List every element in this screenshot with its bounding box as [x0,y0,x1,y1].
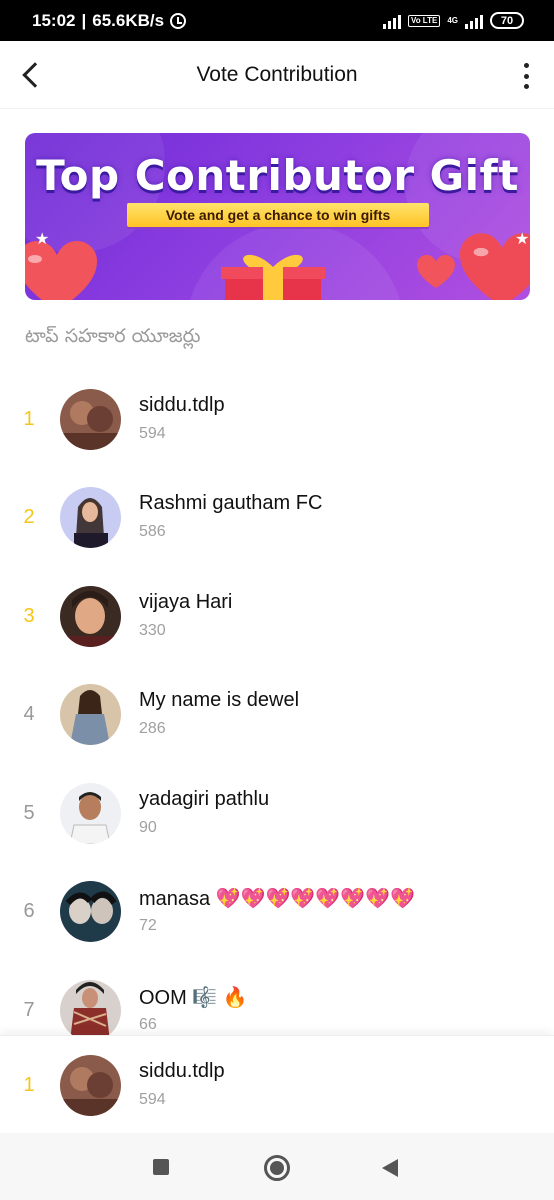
user-name: OOM 🎼 🔥 [139,987,248,1009]
signal-icon [382,13,401,29]
vote-count: 90 [139,819,157,836]
square-icon[interactable] [153,1159,169,1175]
user-name: siddu.tdlp [139,394,225,416]
alarm-icon [170,12,187,29]
vote-count: 594 [139,1091,166,1108]
volte-icon: Vo LTE [407,14,441,27]
vote-count: 66 [139,1016,157,1033]
list-item[interactable]: 1 siddu.tdlp 594 [0,370,554,468]
gift-icon [221,254,325,300]
network-type: 4G [447,15,458,25]
sparkle-icon: ★ [35,231,50,248]
avatar[interactable] [60,980,121,1041]
list-item[interactable]: 5 yadagiri pathlu 90 [0,764,554,862]
list-item[interactable]: 2 Rashmi gautham FC 586 [0,468,554,566]
list-item[interactable]: 6 manasa 💖💖💖💖💖💖💖💖 72 [0,862,554,960]
section-heading: టాప్ సహకార యూజర్లు [25,325,201,347]
rank-number: 7 [23,999,35,1021]
circle-home-icon[interactable] [264,1155,290,1181]
vote-count: 286 [139,720,166,737]
rank-number: 1 [23,408,35,430]
page-title: Vote Contribution [196,62,358,86]
avatar[interactable] [60,389,121,450]
user-name: vijaya Hari [139,591,233,613]
vote-count: 72 [139,917,157,934]
avatar[interactable] [60,1055,121,1116]
avatar[interactable] [60,881,121,942]
list-item[interactable]: 3 vijaya Hari 330 [0,567,554,665]
app-bar: Vote Contribution [0,41,554,109]
banner-subtitle: Vote and get a chance to win gifts [127,203,429,227]
user-name: Rashmi gautham FC [139,492,323,514]
status-speed: 65.6KB/s [92,10,165,30]
rank-number: 1 [23,1074,35,1096]
vote-count: 594 [139,425,166,442]
signal-icon-2 [465,13,483,29]
back-arrow-icon[interactable] [18,61,46,89]
heart-icon [25,241,97,300]
more-vertical-icon[interactable] [520,63,532,89]
avatar[interactable] [60,487,121,548]
heart-icon-small [417,255,455,289]
user-name: manasa 💖💖💖💖💖💖💖💖 [139,888,415,910]
rank-number: 3 [23,605,35,627]
avatar[interactable] [60,586,121,647]
battery-level: 70 [500,14,514,27]
rank-number: 5 [23,802,35,824]
user-name: My name is dewel [139,689,300,711]
status-separator: | [81,10,87,30]
top-contributor-banner[interactable]: Top Contributor Gift Vote and get a chan… [25,133,530,300]
sparkle-icon-2: ★ [515,231,530,248]
banner-title: Top Contributor Gift [36,151,519,200]
avatar[interactable] [60,684,121,745]
status-bar: 15:02 | 65.6KB/s Vo LTE 4G 70 [0,0,554,41]
status-time: 15:02 [32,10,76,30]
user-name: siddu.tdlp [139,1060,225,1082]
triangle-back-icon[interactable] [382,1159,398,1177]
avatar[interactable] [60,783,121,844]
vote-count: 330 [139,622,166,639]
vote-count: 586 [139,523,166,540]
user-name: yadagiri pathlu [139,788,270,810]
list-item[interactable]: 4 My name is dewel 286 [0,665,554,763]
rank-number: 6 [23,900,35,922]
rank-number: 4 [23,703,35,725]
rank-number: 2 [23,506,35,528]
battery-icon: 70 [490,12,524,29]
system-nav-bar [0,1133,554,1200]
current-user-row[interactable]: 1 siddu.tdlp 594 [0,1035,554,1133]
